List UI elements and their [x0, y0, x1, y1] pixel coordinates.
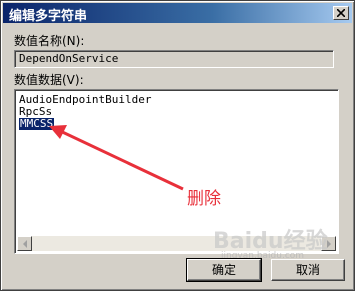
edit-multi-string-dialog: 编辑多字符串 数值名称(N): DependOnService 数值数据(V):… [0, 0, 355, 291]
ok-button[interactable]: 确定 [186, 258, 262, 282]
annotation-delete-label: 删除 [187, 189, 221, 209]
cancel-button[interactable]: 取消 [271, 259, 345, 281]
